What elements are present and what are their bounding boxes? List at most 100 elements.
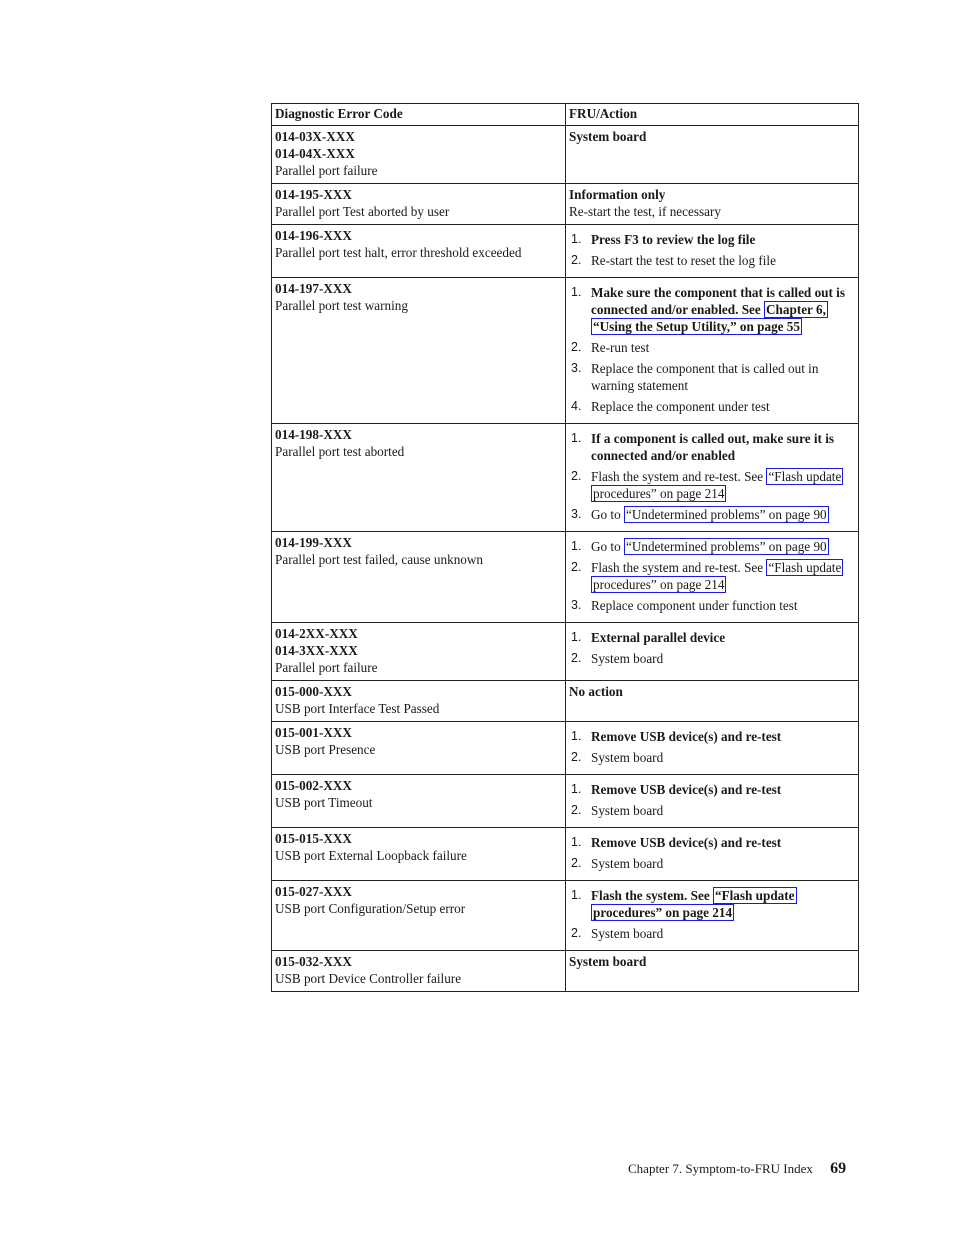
error-description: Parallel port failure [275,163,378,178]
table-row: 015-015-XXX USB port External Loopback fa… [271,827,859,881]
error-description: Parallel port Test aborted by user [275,204,450,219]
fru-action-list: 1. Go to “Undetermined problems” on page … [569,538,855,614]
page-footer: Chapter 7. Symptom-to-FRU Index 69 [628,1160,846,1178]
step-number: 2. [571,651,582,665]
error-code: 014-04X-XXX [275,146,355,161]
step-number: 1. [571,782,582,796]
fru-action-item: 3. Go to “Undetermined problems” on page … [569,506,855,523]
fru-action-item: 1. Make sure the component that is called… [569,284,855,335]
error-code: 015-002-XXX [275,778,352,793]
table-row: 014-197-XXX Parallel port test warning 1. M… [271,277,859,424]
error-code-cell: 014-195-XXX Parallel port Test aborted by… [271,183,566,225]
step-text: System board [591,856,664,871]
error-code-cell: 014-197-XXX Parallel port test warning [271,277,566,424]
fru-action-item: 3. Replace the component that is called o… [569,360,855,394]
diagnostic-error-table: Diagnostic Error Code FRU/Action 014-03X… [271,103,859,992]
fru-action-cell: System board [565,125,859,184]
fru-action-item: 4. Replace the component under test [569,398,855,415]
error-code-cell: 014-03X-XXX 014-04X-XXX Parallel port fail… [271,125,566,184]
fru-action-cell: 1. Remove USB device(s) and re-test 2. Syst… [565,721,859,775]
fru-action-item: 2. System board [569,925,855,942]
fru-action-cell: Information only Re-start the test, if ne… [565,183,859,225]
error-code: 015-015-XXX [275,831,352,846]
error-code: 014-196-XXX [275,228,352,243]
step-text: Replace component under function test [591,598,798,613]
table-row: 015-001-XXX USB port Presence 1. Remove USB… [271,721,859,775]
table-row: 015-002-XXX USB port Timeout 1. Remove USB … [271,774,859,828]
error-code-cell: 015-027-XXX USB port Configuration/Setup … [271,880,566,951]
fru-action-item: 2. System board [569,802,855,819]
error-code-cell: 015-032-XXX USB port Device Controller fa… [271,950,566,992]
fru-action-list: 1. Remove USB device(s) and re-test 2. Syst… [569,781,855,819]
fru-action-list: 1. Remove USB device(s) and re-test 2. Syst… [569,834,855,872]
step-number: 1. [571,232,582,246]
error-code-cell: 014-198-XXX Parallel port test aborted [271,423,566,532]
table-row: 014-03X-XXX 014-04X-XXX Parallel port fail… [271,125,859,184]
step-text: Flash the system and re-test. See [591,560,767,575]
step-number: 1. [571,285,582,299]
step-number: 1. [571,888,582,902]
step-number: 2. [571,803,582,817]
fru-action-item: 1. Go to “Undetermined problems” on page … [569,538,855,555]
table-row: 014-196-XXX Parallel port test halt, erro… [271,224,859,278]
step-text: External parallel device [591,630,726,645]
fru-action-text: System board [569,129,647,144]
step-number: 2. [571,469,582,483]
table-row: 015-000-XXX USB port Interface Test Passe… [271,680,859,722]
fru-action-list: 1. Press F3 to review the log file 2. Re-st… [569,231,855,269]
step-number: 2. [571,856,582,870]
error-description: Parallel port test warning [275,298,408,313]
error-code-cell: 015-001-XXX USB port Presence [271,721,566,775]
footer-chapter-title: Chapter 7. Symptom-to-FRU Index [628,1161,813,1176]
header-fru-action: FRU/Action [565,103,859,126]
table-row: 015-027-XXX USB port Configuration/Setup … [271,880,859,951]
error-code-cell: 015-002-XXX USB port Timeout [271,774,566,828]
step-number: 4. [571,399,582,413]
error-description: USB port Presence [275,742,376,757]
step-number: 2. [571,253,582,267]
fru-action-item: 1. Flash the system. See “Flash update pr… [569,887,855,921]
fru-action-cell: 1. Flash the system. See “Flash update pr… [565,880,859,951]
step-number: 1. [571,630,582,644]
fru-action-cell: No action [565,680,859,722]
cross-reference-link[interactable]: “Undetermined problems” on page 90 [623,506,829,523]
fru-action-item: 2. System board [569,650,855,667]
step-text: Flash the system and re-test. See [591,469,767,484]
fru-action-item: 1. Press F3 to review the log file [569,231,855,248]
error-code: 014-198-XXX [275,427,352,442]
step-text: Flash the system. See [591,888,713,903]
fru-action-item: 1. Remove USB device(s) and re-test [569,834,855,851]
step-text: Remove USB device(s) and re-test [591,782,782,797]
fru-action-cell: System board [565,950,859,992]
fru-action-list: 1. Make sure the component that is called… [569,284,855,415]
error-code: 014-2XX-XXX [275,626,358,641]
error-code: 014-199-XXX [275,535,352,550]
fru-action-item: 1. Remove USB device(s) and re-test [569,781,855,798]
fru-action-text: System board [569,954,647,969]
step-text: Go to [591,539,624,554]
step-number: 2. [571,750,582,764]
fru-action-list: 1. If a component is called out, make sur… [569,430,855,523]
error-description: Parallel port failure [275,660,378,675]
table-row: 014-195-XXX Parallel port Test aborted by… [271,183,859,225]
error-description: Parallel port test failed, cause unknown [275,552,484,567]
step-text: Press F3 to review the log file [591,232,756,247]
fru-action-item: 2. Flash the system and re-test. See “Fla… [569,468,855,502]
step-text: Re-run test [591,340,650,355]
cross-reference-link[interactable]: “Undetermined problems” on page 90 [623,538,829,555]
error-code: 015-032-XXX [275,954,352,969]
fru-action-item: 2. System board [569,855,855,872]
step-text: System board [591,651,664,666]
table-row: 014-199-XXX Parallel port test failed, ca… [271,531,859,623]
error-code: 014-3XX-XXX [275,643,358,658]
fru-action-item: 2. Flash the system and re-test. See “Fla… [569,559,855,593]
fru-action-text: No action [569,684,623,699]
fru-action-item: 2. Re-run test [569,339,855,356]
error-code-cell: 015-000-XXX USB port Interface Test Passe… [271,680,566,722]
error-code: 014-197-XXX [275,281,352,296]
step-text: Replace the component that is called out… [591,361,819,393]
step-text: If a component is called out, make sure … [591,431,834,463]
step-number: 1. [571,729,582,743]
step-text: Remove USB device(s) and re-test [591,835,782,850]
error-code: 014-195-XXX [275,187,352,202]
